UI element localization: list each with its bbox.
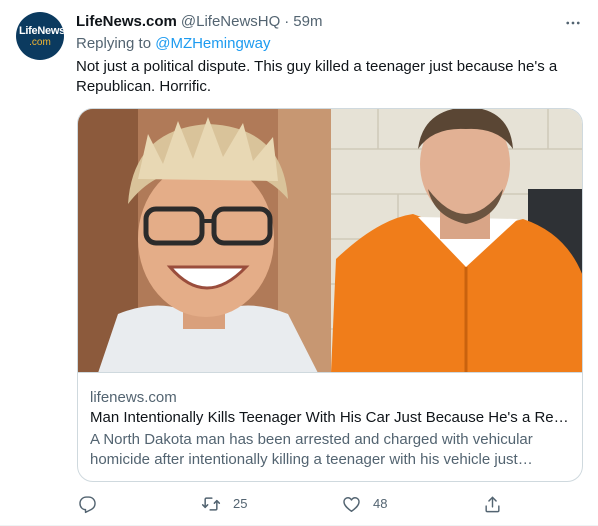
- more-options-button[interactable]: [560, 10, 586, 36]
- tweet-text: Not just a political dispute. This guy k…: [76, 58, 558, 95]
- user-handle[interactable]: @LifeNewsHQ: [181, 12, 280, 32]
- card-title: Man Intentionally Kills Teenager With Hi…: [90, 409, 572, 426]
- avatar-logo-text: LifeNews: [19, 25, 64, 37]
- like-count: 48: [373, 496, 388, 511]
- retweet-button[interactable]: 25: [201, 492, 247, 516]
- display-name[interactable]: LifeNews.com: [76, 12, 177, 32]
- replying-to-line: Replying to @MZHemingway: [76, 34, 270, 54]
- avatar[interactable]: LifeNews .com: [16, 12, 64, 60]
- card-description: A North Dakota man has been arrested and…: [90, 431, 533, 468]
- card-image: [78, 109, 582, 373]
- replying-to-label: Replying to: [76, 35, 152, 52]
- timestamp[interactable]: 59m: [293, 12, 322, 32]
- retweet-icon: [201, 494, 221, 514]
- share-icon: [483, 495, 502, 514]
- heart-icon: [342, 495, 361, 514]
- replying-to-mention[interactable]: @MZHemingway: [155, 35, 270, 52]
- like-button[interactable]: 48: [342, 492, 387, 516]
- tweet[interactable]: LifeNews .com LifeNews.com @LifeNewsHQ ·…: [0, 0, 598, 526]
- retweet-count: 25: [233, 496, 248, 511]
- tweet-actions: 25 48: [70, 492, 510, 516]
- reply-button[interactable]: [78, 492, 109, 516]
- more-options-icon: [564, 14, 582, 32]
- share-button[interactable]: [483, 492, 502, 516]
- reply-icon: [78, 495, 97, 514]
- avatar-logo-subtext: .com: [29, 37, 51, 48]
- card-domain: lifenews.com: [90, 389, 177, 406]
- tweet-header: LifeNews.com @LifeNewsHQ · 59m: [76, 12, 322, 32]
- link-card[interactable]: lifenews.com Man Intentionally Kills Tee…: [77, 108, 583, 482]
- separator-dot: ·: [284, 13, 290, 30]
